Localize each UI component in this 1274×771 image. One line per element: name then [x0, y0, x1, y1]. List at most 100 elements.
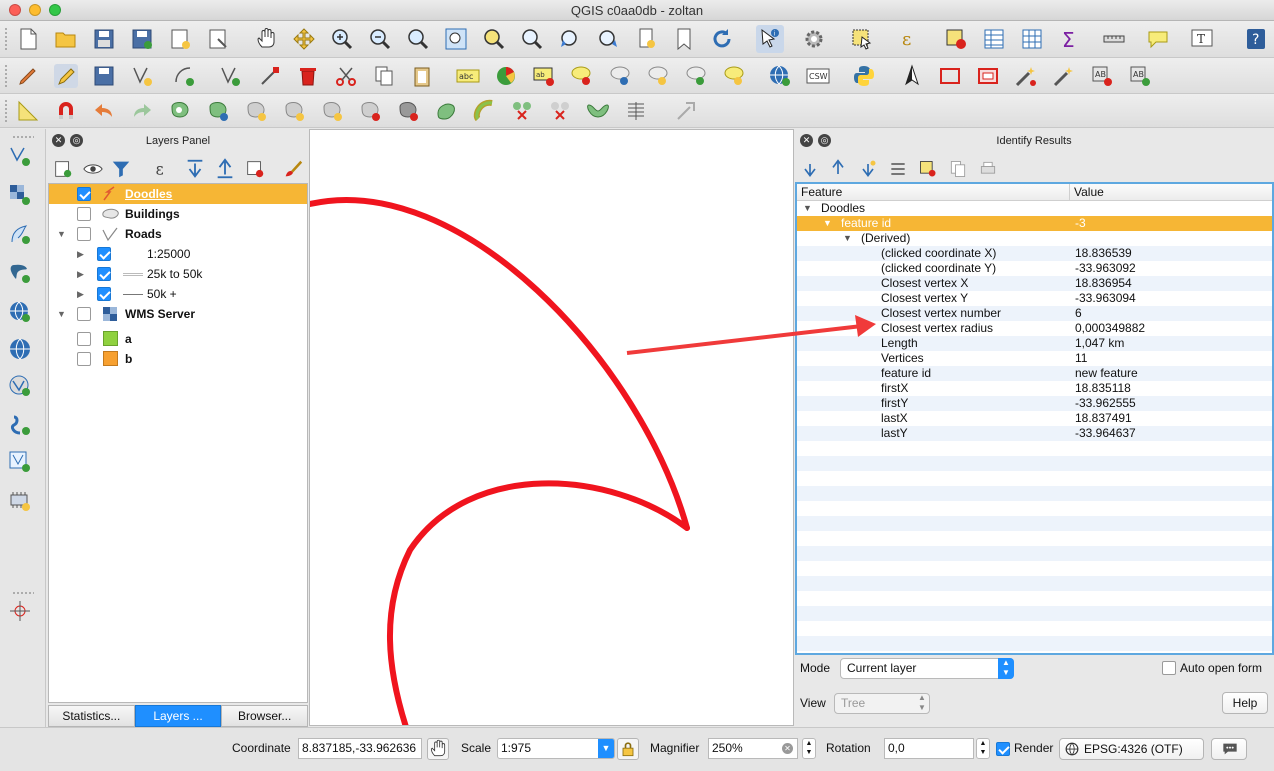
result-row[interactable]: Length 1,047 km [797, 336, 1272, 351]
expand-new-results-icon[interactable] [858, 159, 878, 179]
refresh-icon[interactable] [710, 27, 734, 51]
layer-row-b[interactable]: b [49, 349, 307, 369]
move-label-icon[interactable] [646, 64, 670, 88]
select-feature-icon[interactable] [918, 159, 938, 179]
layer-visibility-checkbox[interactable] [97, 247, 111, 261]
maximize-window-button[interactable] [49, 4, 61, 16]
layer-visibility-checkbox[interactable] [77, 187, 91, 201]
add-spatialite-layer-icon[interactable] [8, 222, 32, 246]
magic-wand-add-icon[interactable] [1052, 64, 1076, 88]
identify-features-icon[interactable]: i [756, 25, 784, 53]
layer-row-wms-server[interactable]: ▼ WMS Server [49, 304, 307, 324]
tab-layers[interactable]: Layers ... [134, 705, 222, 727]
zoom-next-icon[interactable] [596, 27, 620, 51]
save-project-icon[interactable] [92, 27, 116, 51]
collapse-tree-icon[interactable] [828, 159, 848, 179]
zoom-to-layer-icon[interactable] [520, 27, 544, 51]
toolbar-grip[interactable] [12, 591, 34, 595]
expand-triangle-icon[interactable]: ▶ [77, 284, 84, 304]
messages-button[interactable] [1211, 738, 1247, 760]
result-row[interactable]: feature id new feature [797, 366, 1272, 381]
cut-features-icon[interactable] [334, 64, 358, 88]
toolbar-grip[interactable] [12, 135, 34, 139]
undo-icon[interactable] [92, 99, 116, 123]
help-button[interactable]: Help [1222, 692, 1268, 714]
render-checkbox[interactable] [996, 742, 1010, 756]
simplify-icon[interactable] [434, 99, 458, 123]
delete-part-icon[interactable] [320, 99, 344, 123]
toolbar-grip[interactable] [4, 99, 8, 123]
layer-row-roads-25k-50k[interactable]: ▶ 25k to 50k [49, 264, 307, 284]
statistical-summary-icon[interactable]: Σ [1058, 27, 1082, 51]
layer-row-a[interactable]: a [49, 329, 307, 349]
copy-features-icon[interactable] [372, 64, 396, 88]
expand-tree-icon[interactable] [800, 159, 820, 179]
mode-select[interactable]: Current layer ▲ ▼ [840, 658, 1014, 679]
crosshair-icon[interactable] [8, 599, 32, 623]
print-icon[interactable] [978, 159, 998, 179]
result-row[interactable]: Closest vertex radius 0,000349882 [797, 321, 1272, 336]
zoom-in-icon[interactable] [330, 27, 354, 51]
minimize-window-button[interactable] [29, 4, 41, 16]
rotation-field[interactable]: 0,0 [884, 738, 974, 759]
layer-row-roads[interactable]: ▼ Roads [49, 224, 307, 244]
result-row[interactable]: firstX 18.835118 [797, 381, 1272, 396]
view-select[interactable]: Tree ▲ ▼ [834, 693, 930, 714]
layer-visibility-checkbox[interactable] [77, 352, 91, 366]
result-row[interactable]: (clicked coordinate Y) -33.963092 [797, 261, 1272, 276]
style-brush-icon[interactable] [282, 158, 304, 180]
add-wcs-layer-icon[interactable] [8, 337, 32, 361]
close-window-button[interactable] [9, 4, 21, 16]
attribute-table-icon[interactable] [982, 27, 1006, 51]
feature-column-header[interactable]: Feature [801, 185, 842, 199]
toggle-editing-icon[interactable] [54, 64, 78, 88]
add-raster-layer-icon[interactable] [8, 183, 32, 207]
layer-visibility-checkbox[interactable] [77, 227, 91, 241]
measure-line-icon[interactable] [1102, 27, 1126, 51]
offset-curve-icon[interactable] [396, 99, 420, 123]
lock-scale-icon[interactable] [617, 738, 639, 760]
raster-info-icon[interactable]: AB [1090, 64, 1114, 88]
layer-row-roads-50k-plus[interactable]: ▶ 50k + [49, 284, 307, 304]
add-group-icon[interactable] [52, 158, 74, 180]
add-wms-layer-icon[interactable] [8, 300, 32, 324]
result-row-derived[interactable]: ▼ (Derived) [797, 231, 1272, 246]
add-delimited-text-icon[interactable] [8, 413, 32, 437]
text-annotation-icon[interactable]: T [1190, 27, 1214, 51]
pan-hand-icon[interactable] [254, 27, 278, 51]
magnifier-field[interactable]: 250% ✕ [708, 738, 798, 759]
map-canvas[interactable] [309, 129, 794, 726]
north-arrow-icon[interactable] [900, 64, 924, 88]
zoom-full-icon[interactable] [444, 27, 468, 51]
toggle-extents-icon[interactable] [427, 738, 449, 760]
magic-wand-icon[interactable] [1014, 64, 1038, 88]
copy-feature-icon[interactable] [948, 159, 968, 179]
show-bookmarks-icon[interactable] [672, 27, 696, 51]
split-parts-icon[interactable] [510, 99, 534, 123]
layer-row-doodles[interactable]: Doodles [49, 184, 307, 204]
pin-labels-icon[interactable] [570, 64, 594, 88]
result-row[interactable]: Closest vertex number 6 [797, 306, 1272, 321]
result-row[interactable]: lastX 18.837491 [797, 411, 1272, 426]
collapse-triangle-icon[interactable]: ▼ [823, 216, 832, 231]
toolbar-grip[interactable] [4, 27, 8, 51]
merge-attributes-icon[interactable] [586, 99, 610, 123]
node-tool-icon[interactable] [258, 64, 282, 88]
new-shapefile-icon[interactable] [8, 450, 32, 474]
tab-statistics[interactable]: Statistics... [48, 705, 135, 727]
current-edits-icon[interactable] [16, 64, 40, 88]
auto-open-form-checkbox[interactable] [1162, 661, 1176, 675]
clear-results-icon[interactable] [888, 159, 908, 179]
show-hide-labels-icon[interactable] [608, 64, 632, 88]
redo-icon[interactable] [130, 99, 154, 123]
remove-layer-icon[interactable] [244, 158, 266, 180]
filter-legend-icon[interactable] [110, 158, 132, 180]
layer-visibility-checkbox[interactable] [97, 267, 111, 281]
help-icon[interactable]: ? [1244, 27, 1268, 51]
result-row[interactable]: Closest vertex Y -33.963094 [797, 291, 1272, 306]
identify-results-tree[interactable]: Feature Value ▼ Doodles ▼ feature id -3 … [795, 182, 1274, 655]
layout-manager-icon[interactable] [206, 27, 230, 51]
result-row-feature-id[interactable]: ▼ feature id -3 [797, 216, 1272, 231]
result-row[interactable]: lastY -33.964637 [797, 426, 1272, 441]
select-features-icon[interactable] [850, 27, 874, 51]
